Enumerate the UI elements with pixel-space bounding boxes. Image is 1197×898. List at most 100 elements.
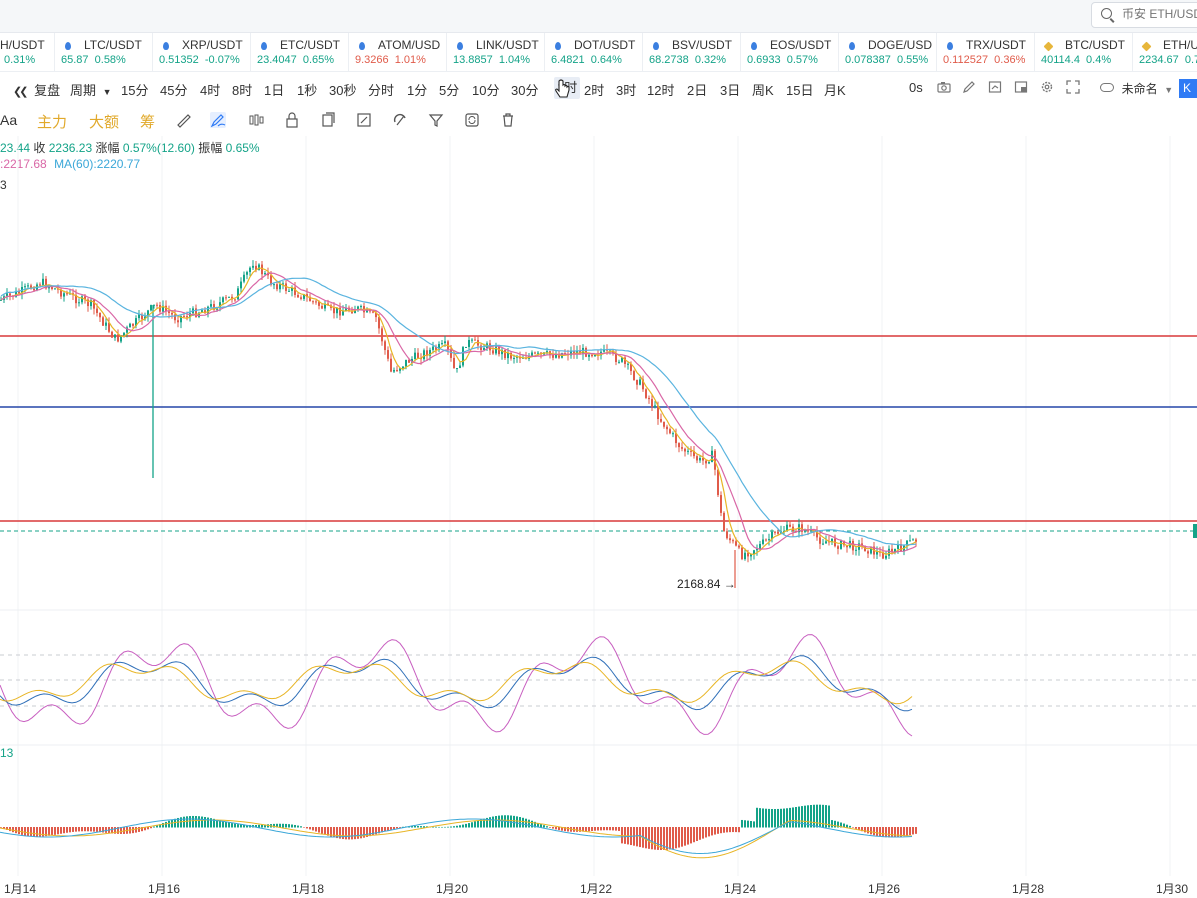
- macd-bar: [522, 817, 524, 828]
- macd-bar: [639, 827, 641, 848]
- ma60-line: [0, 277, 917, 546]
- moving-averages: [0, 267, 917, 556]
- macd-bar: [63, 827, 65, 834]
- candle-body: [465, 346, 467, 348]
- candle-body: [396, 369, 398, 371]
- macd-bar: [321, 827, 323, 834]
- candle-body: [105, 322, 107, 326]
- macd-bar: [849, 825, 851, 828]
- candle-body: [117, 334, 119, 342]
- x-axis-label: 1月14: [4, 882, 37, 896]
- macd-bar: [189, 816, 191, 828]
- macd-bar: [36, 827, 38, 837]
- macd-bar: [594, 827, 596, 831]
- macd-bar: [204, 816, 206, 828]
- candle-body: [96, 308, 98, 313]
- macd-bar: [471, 822, 473, 828]
- candle-body: [765, 539, 767, 541]
- macd-bar: [615, 827, 617, 831]
- candle-body: [237, 288, 239, 300]
- macd-bar: [39, 827, 41, 837]
- macd-bar: [498, 815, 500, 828]
- candle-body: [912, 539, 914, 541]
- macd-bar: [771, 809, 773, 828]
- candle-body: [666, 426, 668, 430]
- macd-bar: [708, 827, 710, 837]
- candle-body: [855, 549, 857, 551]
- macd-bar: [720, 827, 722, 834]
- candle-body: [228, 296, 230, 298]
- price-chart[interactable]: [0, 0, 1197, 898]
- macd-bar: [396, 827, 398, 829]
- macd-bar: [591, 827, 593, 831]
- candle-body: [648, 397, 650, 400]
- x-axis-label: 1月30: [1156, 882, 1189, 896]
- macd-bar: [93, 827, 95, 832]
- macd-bar: [201, 816, 203, 828]
- candle-body: [387, 350, 389, 359]
- macd-bar: [15, 827, 17, 834]
- macd-bar: [81, 827, 83, 832]
- macd-bar: [30, 827, 32, 837]
- macd-bar: [684, 827, 686, 846]
- candles: [0, 260, 917, 588]
- macd-bar: [387, 827, 389, 831]
- macd-bar: [831, 820, 833, 828]
- candle-body: [885, 555, 887, 559]
- candle-body: [768, 539, 770, 541]
- x-axis-label: 1月24: [724, 882, 757, 896]
- candle-body: [186, 316, 188, 318]
- macd-bar: [786, 808, 788, 828]
- candle-body: [654, 405, 656, 407]
- macd-bar: [618, 827, 620, 831]
- macd-bar: [882, 827, 884, 837]
- x-axis-label: 1月26: [868, 882, 901, 896]
- macd-bar: [21, 827, 23, 835]
- macd-bar: [753, 821, 755, 828]
- macd-bar: [759, 808, 761, 828]
- macd-bar: [225, 821, 227, 828]
- macd-bar: [459, 825, 461, 828]
- macd-bar: [666, 827, 668, 850]
- macd-bar: [879, 827, 881, 837]
- macd-bar: [393, 827, 395, 829]
- macd-bar: [24, 827, 26, 836]
- macd-bar: [762, 808, 764, 828]
- candle-body: [360, 306, 362, 308]
- candle-body: [183, 315, 185, 317]
- candle-body: [672, 433, 674, 435]
- candle-body: [837, 546, 839, 549]
- macd-bar: [72, 827, 74, 832]
- candle-body: [705, 460, 707, 464]
- macd-bar: [399, 827, 401, 828]
- candle-body: [462, 347, 464, 366]
- candle-body: [669, 429, 671, 434]
- macd-bar: [300, 826, 302, 828]
- macd-bar: [18, 827, 20, 835]
- macd-bar: [456, 825, 458, 828]
- macd-bar: [0, 827, 2, 828]
- macd-bar: [870, 827, 872, 835]
- candle-body: [789, 524, 791, 527]
- x-axis-label: 1月20: [436, 882, 469, 896]
- macd-bar: [90, 827, 92, 832]
- horizontal-lines: [0, 335, 1197, 538]
- macd-bar: [510, 815, 512, 828]
- candle-body: [9, 293, 11, 296]
- candle-body: [699, 458, 701, 461]
- macd-bar: [696, 827, 698, 842]
- candle-body: [99, 312, 101, 318]
- candle-body: [261, 264, 263, 275]
- macd-bar: [876, 827, 878, 836]
- candle-body: [78, 302, 80, 304]
- candle-body: [402, 366, 404, 369]
- macd-bar: [756, 807, 758, 828]
- candle-body: [660, 419, 662, 422]
- macd-bar: [687, 827, 689, 845]
- macd-bar: [12, 827, 14, 833]
- macd-bar: [672, 827, 674, 849]
- macd-bar: [198, 816, 200, 828]
- x-axis-label: 1月18: [292, 882, 325, 896]
- candle-body: [726, 531, 728, 539]
- macd-bar: [288, 824, 290, 828]
